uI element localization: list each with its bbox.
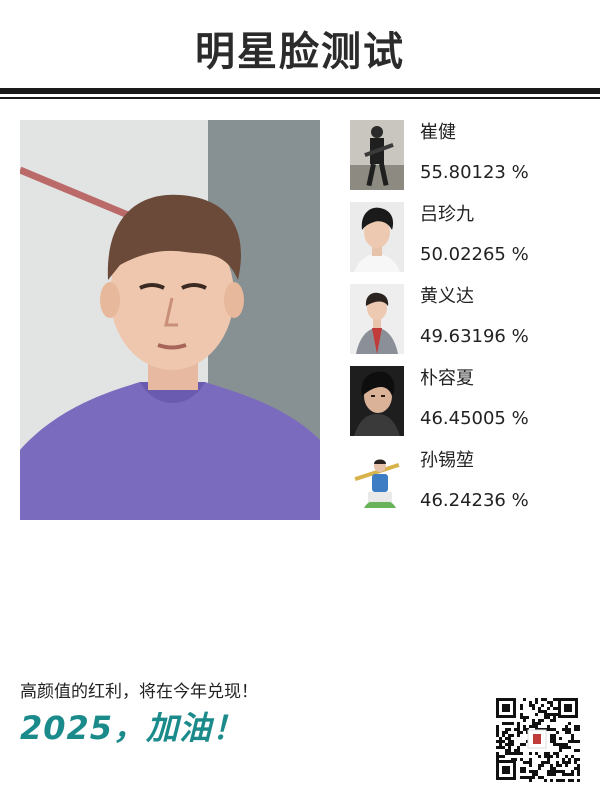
similarity-score: 46.24236 %	[420, 490, 529, 511]
page-title: 明星脸测试	[195, 29, 405, 75]
user-photo-illustration	[20, 120, 320, 520]
result-item[interactable]: 崔健 55.80123 %	[350, 120, 590, 202]
celebrity-name: 崔健	[420, 122, 456, 143]
celebrity-thumbnail	[350, 202, 404, 272]
year-slogan: 2025，加油！	[20, 709, 246, 747]
qr-code-icon[interactable]	[494, 696, 580, 782]
qr-code-graphic	[494, 696, 580, 782]
result-item[interactable]: 朴容夏 46.45005 %	[350, 366, 590, 448]
result-item[interactable]: 黄义达 49.63196 %	[350, 284, 590, 366]
celebrity-thumbnail	[350, 284, 404, 354]
header-divider-thick	[0, 88, 600, 94]
page: 明星脸测试 崔健 55.80123 % 吕珍九 50.02265 % 黄义达 4…	[0, 0, 600, 800]
header-divider-thin	[0, 97, 600, 99]
celebrity-name: 朴容夏	[420, 368, 474, 389]
result-item[interactable]: 吕珍九 50.02265 %	[350, 202, 590, 284]
similarity-score: 50.02265 %	[420, 244, 529, 265]
celebrity-thumbnail	[350, 366, 404, 436]
celebrity-thumbnail	[350, 120, 404, 190]
celebrity-name: 吕珍九	[420, 204, 474, 225]
celebrity-name: 黄义达	[420, 286, 474, 307]
slogan-text: 高颜值的红利，将在今年兑现！	[20, 682, 258, 702]
celebrity-name: 孙锡堃	[420, 450, 474, 471]
similarity-score: 46.45005 %	[420, 408, 529, 429]
results-list: 崔健 55.80123 % 吕珍九 50.02265 % 黄义达 49.6319…	[350, 120, 590, 530]
similarity-score: 49.63196 %	[420, 326, 529, 347]
user-photo	[20, 120, 320, 520]
similarity-score: 55.80123 %	[420, 162, 529, 183]
result-item[interactable]: 孙锡堃 46.24236 %	[350, 448, 590, 530]
celebrity-thumbnail	[350, 448, 404, 518]
